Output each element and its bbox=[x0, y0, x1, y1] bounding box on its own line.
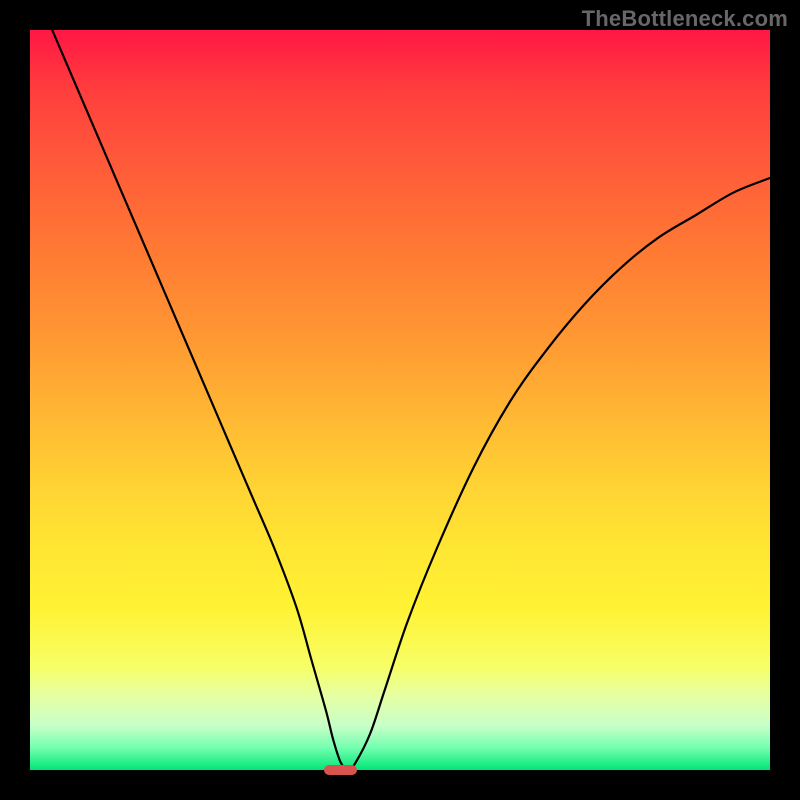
chart-frame: TheBottleneck.com bbox=[0, 0, 800, 800]
curve-path bbox=[52, 30, 770, 770]
watermark-text: TheBottleneck.com bbox=[582, 6, 788, 32]
optimum-marker bbox=[324, 765, 357, 775]
curve-layer bbox=[30, 30, 770, 770]
plot-area bbox=[30, 30, 770, 770]
